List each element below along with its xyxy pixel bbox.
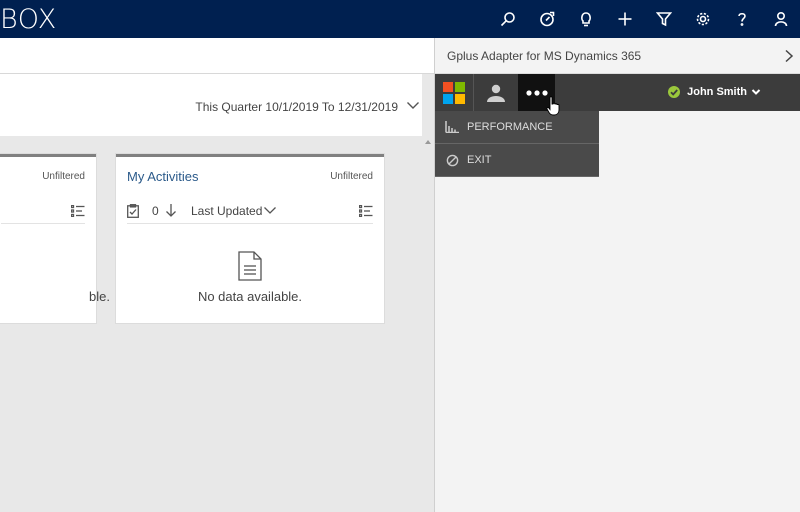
panel-toolbar: John Smith <box>435 74 800 111</box>
top-nav-bar: BOX <box>0 0 800 38</box>
block-icon <box>444 152 460 168</box>
status-available-icon <box>668 86 681 98</box>
panel-header: Gplus Adapter for MS Dynamics 365 <box>435 38 800 74</box>
menu-item-performance[interactable]: PERFORMANCE <box>435 111 599 144</box>
chevron-right-icon[interactable] <box>783 49 795 63</box>
compass-icon[interactable] <box>527 0 566 38</box>
user-icon[interactable] <box>761 0 800 38</box>
users-icon <box>487 84 505 102</box>
card-title[interactable]: My Activities <box>127 169 199 184</box>
search-icon[interactable] <box>488 0 527 38</box>
dashboard-area: This Quarter 10/1/2019 To 12/31/2019 Unf… <box>0 38 434 512</box>
date-filter-bar: This Quarter 10/1/2019 To 12/31/2019 <box>0 74 422 136</box>
menu-item-label: EXIT <box>467 154 492 166</box>
no-data-message: ble. <box>89 289 110 304</box>
list-view-icon[interactable] <box>358 204 373 218</box>
list-view-icon[interactable] <box>70 204 85 218</box>
card-filter-status: Unfiltered <box>42 171 85 182</box>
chevron-down-icon[interactable] <box>263 203 277 217</box>
panel-title: Gplus Adapter for MS Dynamics 365 <box>447 49 642 63</box>
hand-cursor-icon <box>546 96 560 116</box>
user-name: John Smith <box>687 86 747 98</box>
sort-direction-icon[interactable] <box>164 203 178 217</box>
windows-logo-button[interactable] <box>435 74 474 111</box>
contacts-button[interactable] <box>474 74 518 111</box>
dashboard-card: Unfiltered ble. <box>0 154 110 323</box>
scroll-up-arrow[interactable] <box>425 140 431 144</box>
ellipsis-icon <box>525 89 548 96</box>
filter-icon[interactable] <box>644 0 683 38</box>
scrollbar[interactable] <box>422 74 434 512</box>
document-icon <box>238 251 262 281</box>
menu-item-exit[interactable]: EXIT <box>435 144 599 177</box>
lightbulb-icon[interactable] <box>566 0 605 38</box>
top-nav-icons <box>488 0 800 38</box>
record-count: 0 <box>152 204 159 218</box>
card-filter-status: Unfiltered <box>330 171 373 182</box>
more-options-menu: PERFORMANCE EXIT <box>435 111 599 177</box>
chevron-down-icon[interactable] <box>406 98 420 112</box>
app-brand: BOX <box>0 4 57 35</box>
plus-icon[interactable] <box>605 0 644 38</box>
bar-chart-icon <box>444 119 460 135</box>
adapter-side-panel: Gplus Adapter for MS Dynamics 365 John S… <box>434 38 800 512</box>
menu-item-label: PERFORMANCE <box>467 121 553 133</box>
clipboard-icon <box>127 204 139 218</box>
card-toolbar <box>1 201 85 224</box>
no-data-message: No data available. <box>197 289 303 304</box>
chevron-down-icon <box>751 87 761 97</box>
command-bar <box>0 38 434 74</box>
my-activities-card: My Activities Unfiltered 0 Last Updated … <box>116 154 384 323</box>
windows-logo-icon <box>443 81 465 104</box>
user-menu[interactable]: John Smith <box>668 86 761 98</box>
sort-field-label[interactable]: Last Updated <box>191 204 262 218</box>
date-filter-label[interactable]: This Quarter 10/1/2019 To 12/31/2019 <box>195 100 398 114</box>
help-icon[interactable] <box>722 0 761 38</box>
card-toolbar: 0 Last Updated <box>127 201 373 224</box>
gear-icon[interactable] <box>683 0 722 38</box>
